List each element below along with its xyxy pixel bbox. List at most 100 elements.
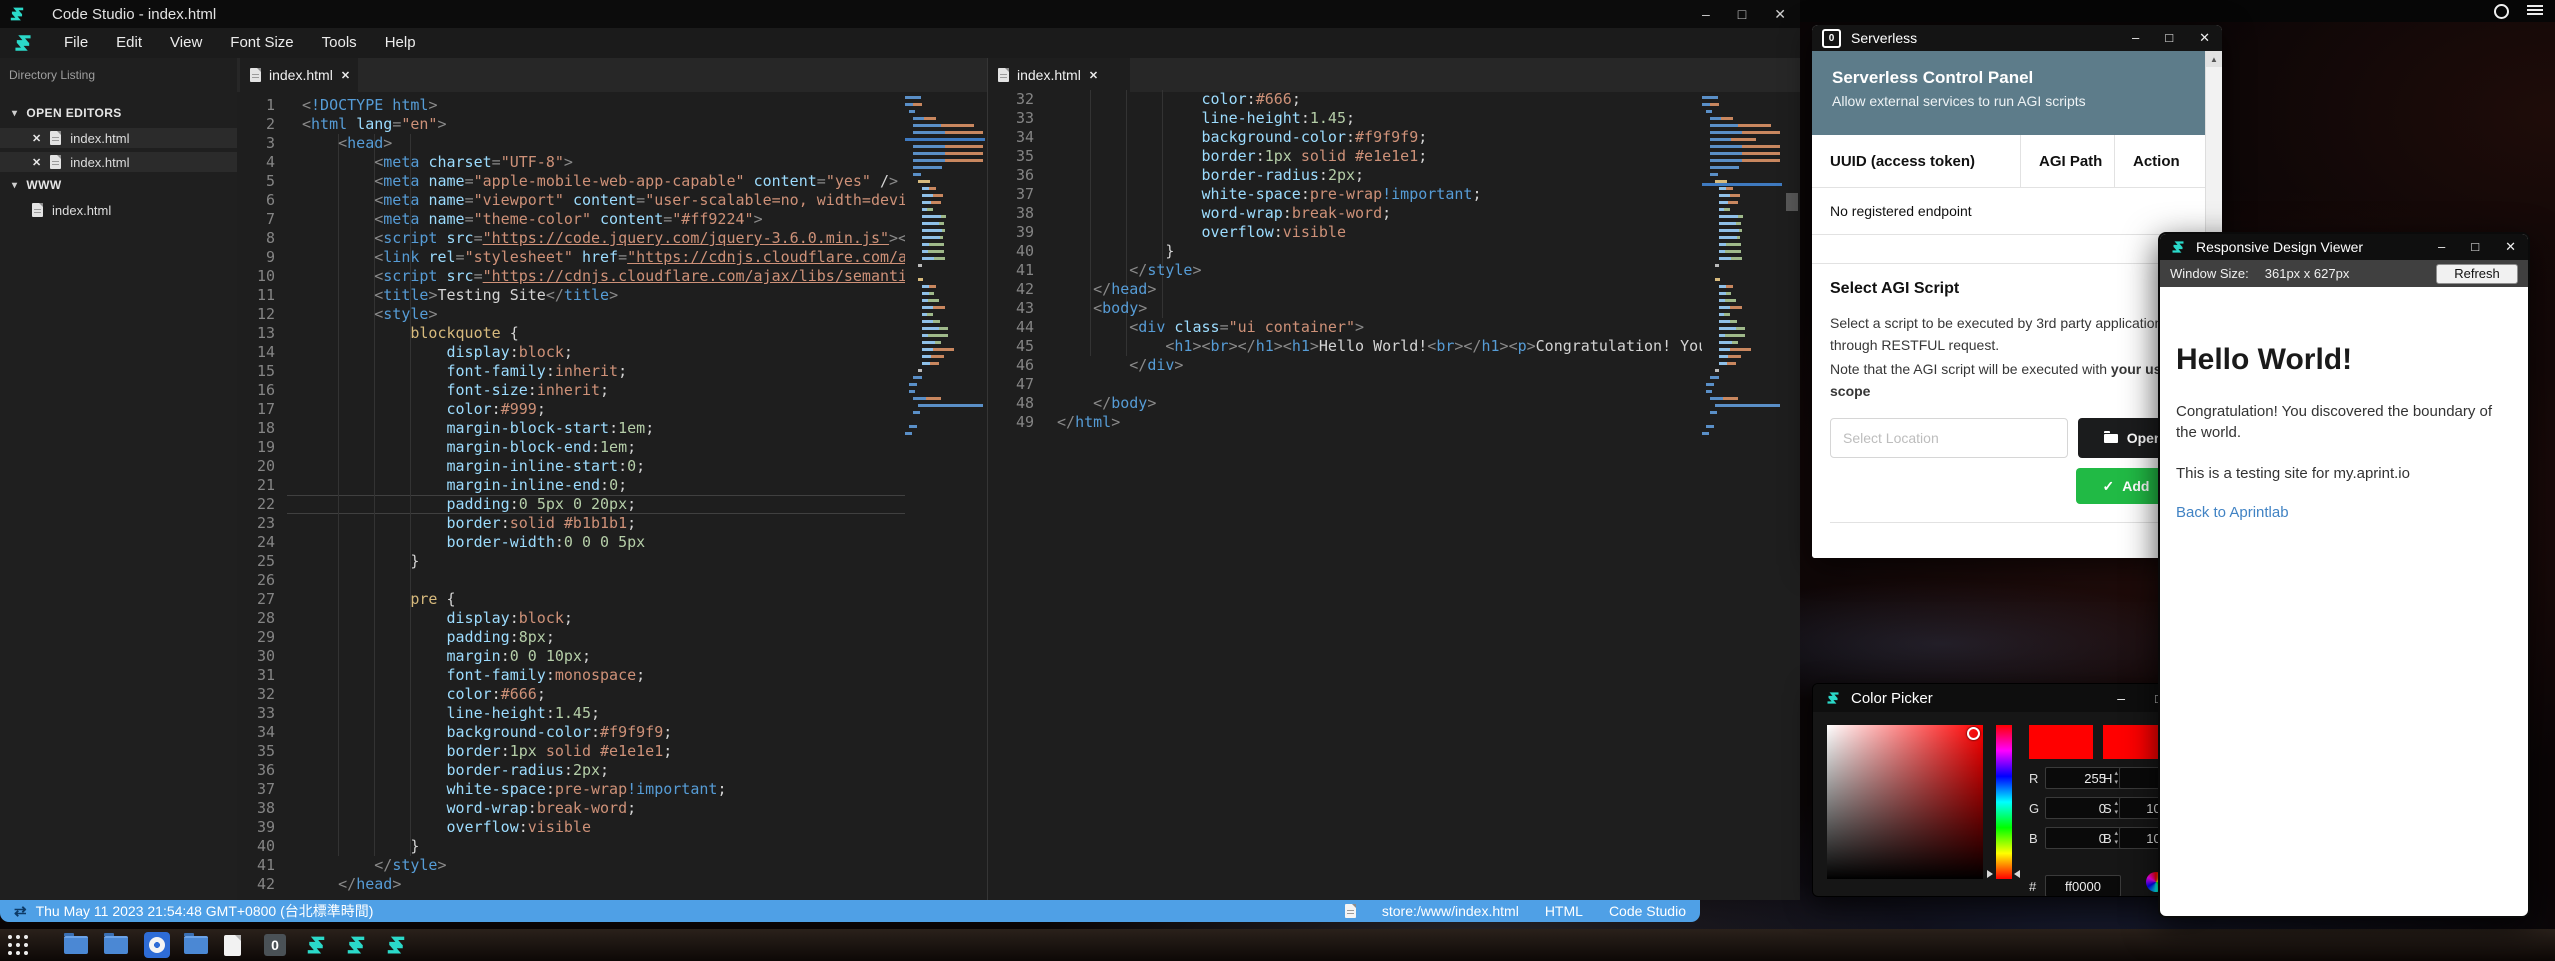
minimize-icon[interactable]: –: [2132, 30, 2139, 46]
menu-edit[interactable]: Edit: [102, 28, 156, 58]
close-icon[interactable]: ✕: [32, 132, 41, 145]
responsive-viewer-window: Responsive Design Viewer – □ ✕ Window Si…: [2158, 232, 2530, 918]
file-icon: [1345, 904, 1356, 918]
sidebar-item-index.html[interactable]: index.html: [0, 200, 237, 220]
field-label: S: [2103, 801, 2119, 816]
pane-divider[interactable]: [987, 58, 988, 900]
warning-text: Misuse of serverless function might affe…: [1812, 539, 2206, 558]
serverless-window-title: Serverless: [1851, 30, 1917, 46]
hue-marker-right-icon[interactable]: [2014, 870, 2020, 878]
sidebar-item-index.html[interactable]: ✕index.html: [0, 128, 237, 148]
close-icon[interactable]: ✕: [1089, 69, 1098, 82]
sv-selector-ring[interactable]: [1967, 727, 1980, 740]
serverless-titlebar[interactable]: 0 Serverless – □ ✕: [1812, 25, 2222, 51]
close-icon[interactable]: ✕: [2199, 30, 2210, 46]
menu-tools[interactable]: Tools: [308, 28, 371, 58]
file-label: index.html: [70, 155, 129, 170]
code-studio-app-icon[interactable]: [344, 933, 368, 957]
line-number-gutter: 1234567891011121314151617181920212223242…: [237, 96, 283, 894]
table-header-uuid-access-token-: UUID (access token): [1812, 135, 2020, 187]
hue-strip[interactable]: [1996, 725, 2012, 879]
tab-index-html[interactable]: index.html ✕: [988, 58, 1130, 92]
desktop: Code Studio - index.html – □ ✕ FileEditV…: [0, 0, 2555, 961]
restore-icon[interactable]: □: [1738, 6, 1746, 22]
file-icon: [998, 68, 1009, 82]
section-description: Select a script to be executed by 3rd pa…: [1830, 312, 2196, 356]
rendered-page: Hello World! Congratulation! You discove…: [2160, 343, 2528, 522]
taskbar: 0: [0, 929, 2555, 961]
viewer-titlebar[interactable]: Responsive Design Viewer – □ ✕: [2160, 234, 2528, 260]
color-picker-title: Color Picker: [1851, 690, 1933, 707]
folder-icon: [2104, 434, 2118, 443]
sidebar-sections: ▾OPEN EDITORS✕index.html✕index.html▾WWWi…: [0, 104, 237, 224]
line-number-gutter: 323334353637383940414243444546474849: [990, 90, 1042, 432]
menu-font-size[interactable]: Font Size: [216, 28, 307, 58]
close-icon[interactable]: ✕: [32, 156, 41, 169]
status-datetime: Thu May 11 2023 21:54:48 GMT+0800 (台北標準時…: [36, 901, 374, 921]
code-studio-logo-icon: [2170, 239, 2186, 255]
menu-bar-items: FileEditViewFont SizeToolsHelp: [50, 28, 430, 58]
tab-label: index.html: [269, 67, 333, 83]
field-label: G: [2029, 801, 2045, 816]
close-icon[interactable]: ✕: [1774, 6, 1786, 23]
code-editor[interactable]: color:#666; line-height:1.45; background…: [1044, 90, 1702, 432]
menu-help[interactable]: Help: [371, 28, 430, 58]
sidebar-section-www[interactable]: ▾WWW: [0, 176, 237, 194]
maximize-icon[interactable]: □: [2165, 30, 2173, 46]
sync-status-icon[interactable]: [2494, 4, 2509, 19]
viewer-toolbar: Window Size: 361px x 627px Refresh: [2160, 260, 2528, 287]
minimap[interactable]: [905, 96, 985, 439]
chevron-down-icon: ▾: [12, 180, 17, 191]
tab-index-html[interactable]: index.html ✕: [240, 58, 358, 92]
sidebar-item-index.html[interactable]: ✕ index.html: [0, 152, 237, 172]
color-swatch-current: [2029, 725, 2093, 759]
code-studio-app-icon[interactable]: [304, 933, 328, 957]
field-label: B: [2029, 831, 2045, 846]
file-icon: [50, 155, 61, 169]
endpoint-table-header: UUID (access token)AGI PathAction: [1812, 135, 2206, 188]
media-app-icon[interactable]: [144, 933, 170, 957]
check-icon: ✓: [2103, 478, 2115, 495]
minimap[interactable]: [1702, 96, 1782, 439]
minimize-icon[interactable]: –: [2438, 239, 2445, 255]
field-label: B: [2103, 831, 2119, 846]
file-manager-window-icon[interactable]: [184, 933, 208, 957]
minimize-icon[interactable]: –: [2117, 690, 2125, 706]
file-manager-window-icon[interactable]: [104, 933, 128, 957]
back-to-aprintlab-link[interactable]: Back to Aprintlab: [2176, 504, 2289, 521]
minimize-icon[interactable]: –: [1702, 6, 1710, 22]
code-studio-app-icon[interactable]: [384, 933, 408, 957]
system-strip: [1795, 0, 2555, 22]
code-editor[interactable]: <!DOCTYPE html><html lang="en"> <head> <…: [289, 96, 905, 894]
document-app-icon[interactable]: [224, 933, 241, 957]
hue-marker-left-icon[interactable]: [1987, 870, 1993, 878]
section-note: Note that the AGI script will be execute…: [1830, 358, 2196, 402]
app-launcher-icon[interactable]: [8, 933, 28, 957]
menu-file[interactable]: File: [50, 28, 102, 58]
system-menu-icon[interactable]: [2527, 5, 2543, 17]
scrollbar-thumb[interactable]: [1786, 193, 1798, 211]
status-file-path[interactable]: store:/www/index.html: [1382, 903, 1519, 919]
saturation-value-square[interactable]: [1827, 725, 1983, 879]
agi-script-location-input[interactable]: [1830, 418, 2068, 458]
color-picker-titlebar[interactable]: Color Picker – □: [1813, 684, 2191, 712]
serverless-app-icon[interactable]: 0: [264, 933, 286, 957]
menu-view[interactable]: View: [156, 28, 216, 58]
close-icon[interactable]: ✕: [2505, 239, 2516, 255]
app-titlebar[interactable]: Code Studio - index.html – □ ✕: [0, 0, 1800, 28]
file-icon: [50, 131, 61, 145]
status-bar: ⇄ Thu May 11 2023 21:54:48 GMT+0800 (台北標…: [0, 900, 1700, 922]
close-icon[interactable]: ✕: [341, 69, 350, 82]
file-label: index.html: [52, 203, 111, 218]
hex-input[interactable]: ff0000: [2045, 875, 2121, 897]
sidebar-section-open-editors[interactable]: ▾OPEN EDITORS: [0, 104, 237, 122]
refresh-button[interactable]: Refresh: [2436, 264, 2518, 284]
maximize-icon[interactable]: □: [2471, 239, 2479, 255]
menu-bar: FileEditViewFont SizeToolsHelp: [0, 28, 1800, 58]
file-manager-window-icon[interactable]: [64, 933, 88, 957]
status-app-name: Code Studio: [1609, 903, 1686, 919]
status-file-type[interactable]: HTML: [1545, 903, 1583, 919]
scroll-up-icon[interactable]: ▲: [2206, 51, 2222, 67]
file-sidebar: Directory Listing ▾OPEN EDITORS✕index.ht…: [0, 58, 237, 900]
table-header-action: Action: [2114, 135, 2206, 187]
